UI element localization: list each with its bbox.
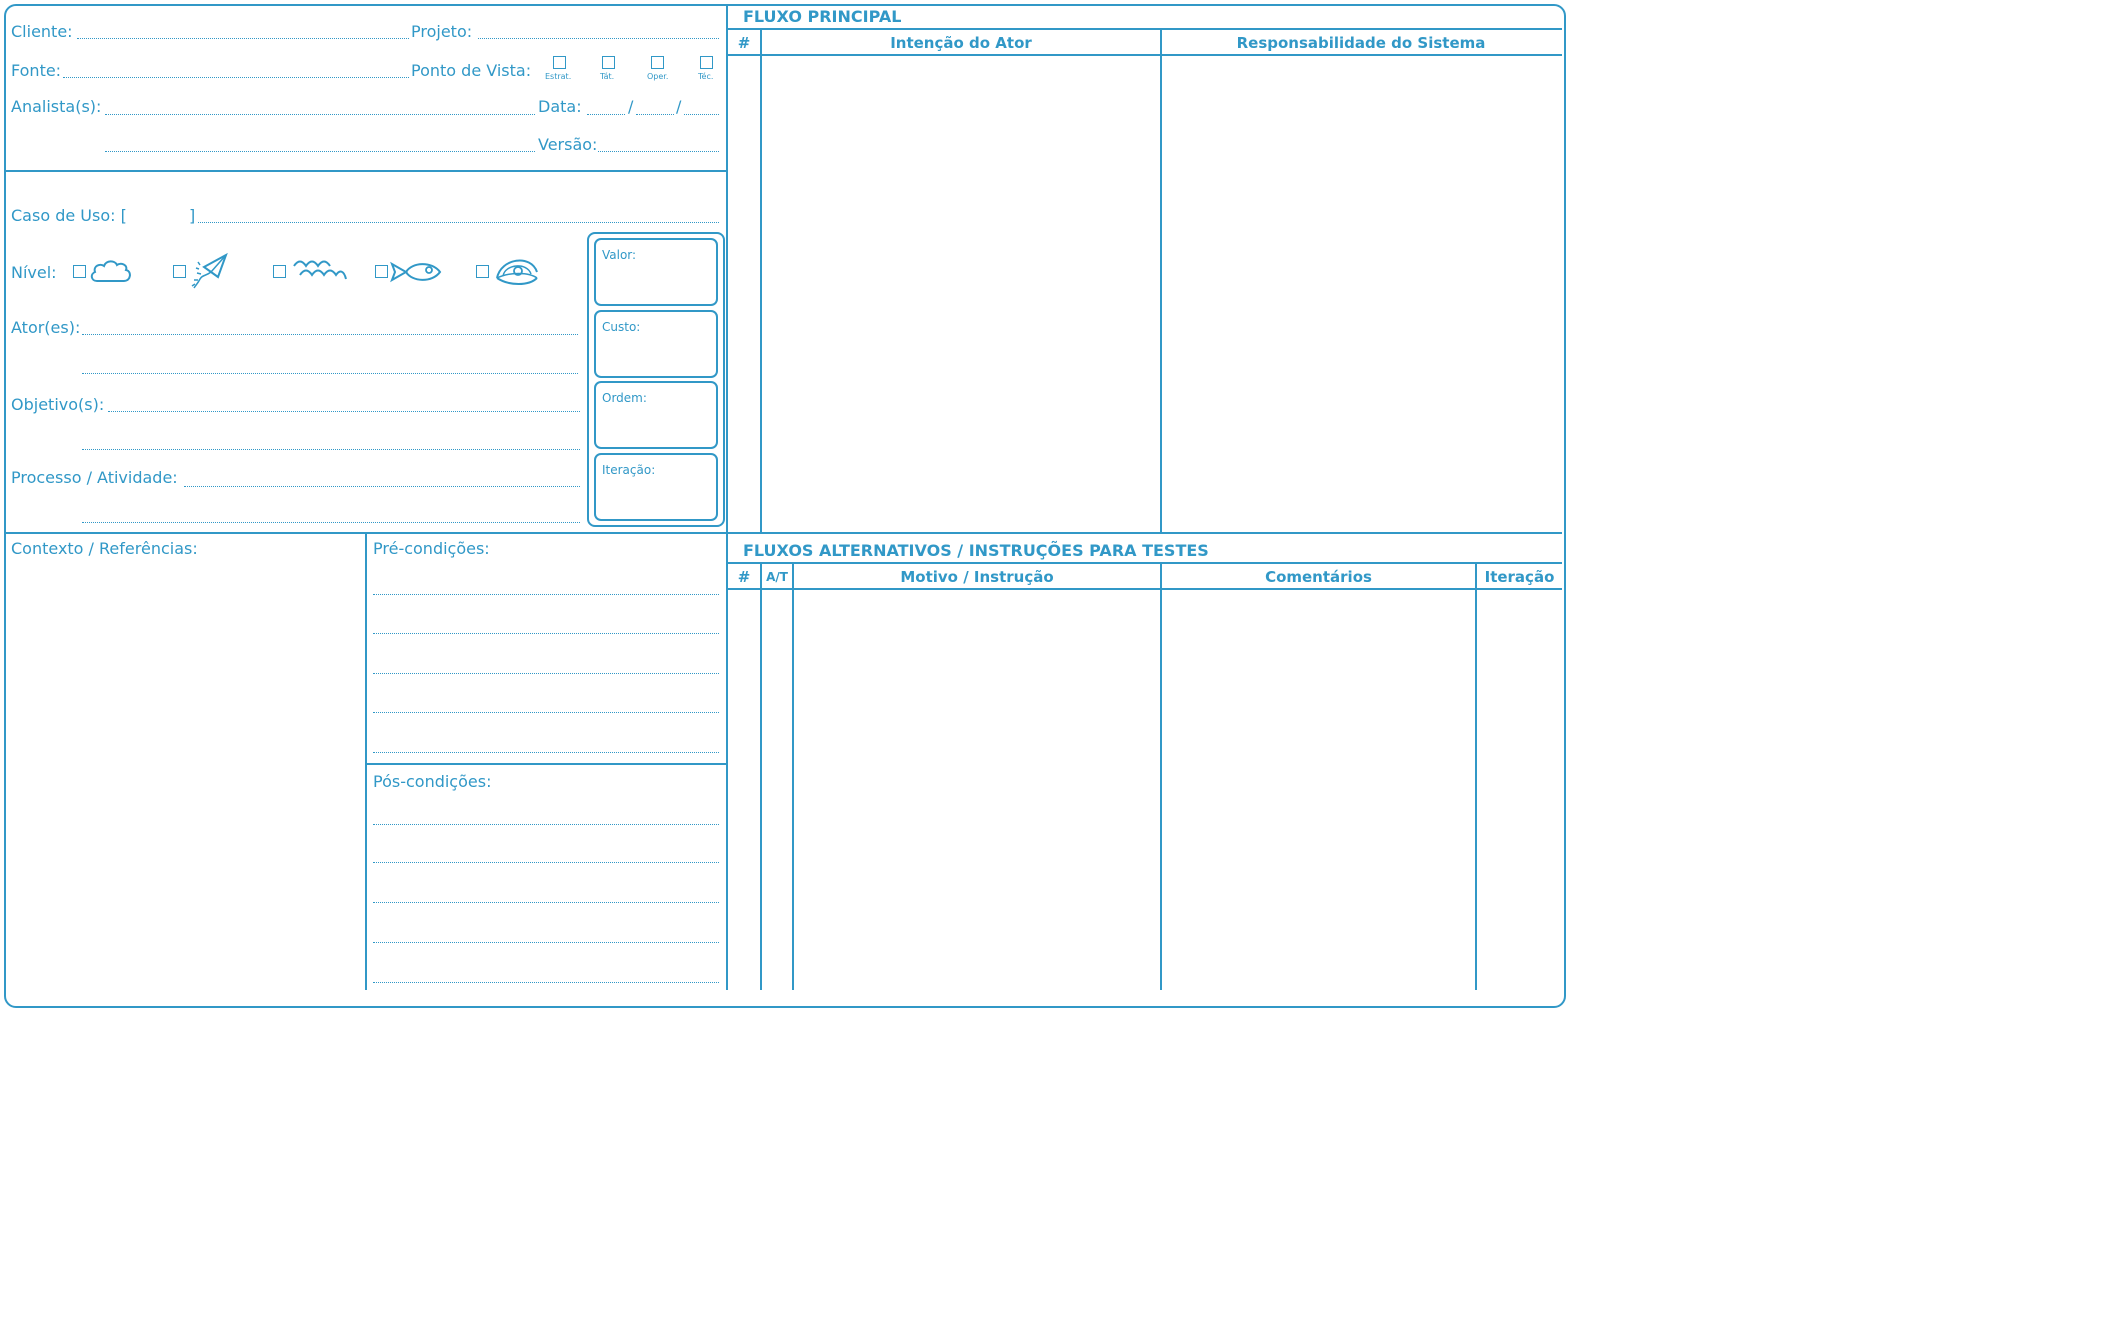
- waves-icon: [293, 260, 347, 280]
- atores-field-2[interactable]: [82, 373, 578, 374]
- pre-line-5[interactable]: [373, 752, 719, 753]
- versao-label: Versão:: [538, 135, 598, 154]
- checkbox-tat[interactable]: [602, 56, 615, 69]
- atores-field[interactable]: [82, 334, 578, 335]
- pos-condicoes-label: Pós-condições:: [373, 772, 492, 791]
- fa-col-sep-1: [760, 562, 762, 990]
- checkbox-estrat[interactable]: [553, 56, 566, 69]
- pv-tat-label: Tát.: [600, 72, 615, 81]
- analistas-field-2[interactable]: [105, 151, 535, 152]
- iteracao-label: Iteração:: [602, 463, 656, 477]
- processo-field[interactable]: [184, 486, 580, 487]
- ponto-de-vista-label: Ponto de Vista:: [411, 61, 532, 80]
- atores-label: Ator(es):: [11, 318, 81, 337]
- fa-col-at: A/T: [766, 570, 788, 584]
- pv-tec-label: Téc.: [698, 72, 714, 81]
- cliente-label: Cliente:: [11, 22, 73, 41]
- pre-line-3[interactable]: [373, 673, 719, 674]
- fp-header-top: [727, 28, 1562, 30]
- fluxos-alternativos-title: FLUXOS ALTERNATIVOS / INSTRUÇÕES PARA TE…: [743, 541, 1209, 560]
- data-label: Data:: [538, 97, 582, 116]
- context-divider: [365, 532, 367, 990]
- versao-field[interactable]: [598, 151, 719, 152]
- contexto-label: Contexto / Referências:: [11, 539, 198, 558]
- fa-col-sep-3: [1160, 562, 1162, 990]
- pv-estrat-label: Estrat.: [545, 72, 572, 81]
- data-slash-1: /: [628, 97, 634, 116]
- fp-col-sep-2: [1160, 28, 1162, 533]
- pre-pos-divider: [365, 763, 727, 765]
- fish-icon: [390, 261, 442, 283]
- checkbox-oper[interactable]: [651, 56, 664, 69]
- pv-oper-label: Oper.: [647, 72, 669, 81]
- fluxo-principal-title: FLUXO PRINCIPAL: [743, 7, 902, 26]
- pos-line-4[interactable]: [373, 942, 719, 943]
- data-month-field[interactable]: [636, 114, 674, 115]
- checkbox-nivel-cloud[interactable]: [73, 265, 86, 278]
- valor-box[interactable]: Valor:: [594, 238, 718, 306]
- fa-col-comentarios: Comentários: [1265, 568, 1372, 586]
- fa-col-iteracao: Iteração: [1484, 568, 1555, 586]
- fa-col-number: #: [737, 568, 751, 586]
- caso-de-uso-field[interactable]: [198, 222, 719, 223]
- clam-icon: [496, 259, 538, 285]
- fa-col-motivo: Motivo / Instrução: [900, 568, 1054, 586]
- pre-line-2[interactable]: [373, 633, 719, 634]
- iteracao-box[interactable]: Iteração:: [594, 453, 718, 521]
- fp-col-number: #: [737, 34, 751, 52]
- fonte-label: Fonte:: [11, 61, 62, 80]
- objetivos-label: Objetivo(s):: [11, 395, 105, 414]
- pos-line-3[interactable]: [373, 902, 719, 903]
- cliente-field[interactable]: [77, 38, 409, 39]
- processo-label: Processo / Atividade:: [11, 468, 178, 487]
- cloud-icon: [90, 260, 131, 282]
- form-frame: [4, 4, 1566, 1008]
- fa-col-sep-2: [792, 562, 794, 990]
- projeto-field[interactable]: [478, 38, 719, 39]
- fp-col-sep-1: [760, 28, 762, 533]
- nivel-label: Nível:: [11, 263, 57, 282]
- fa-col-sep-4: [1475, 562, 1477, 990]
- fa-header-top: [727, 562, 1562, 564]
- pre-line-4[interactable]: [373, 712, 719, 713]
- caso-de-uso-label: Caso de Uso: [: [11, 206, 127, 225]
- fp-bottom: [727, 532, 1562, 534]
- pos-line-1[interactable]: [373, 824, 719, 825]
- fp-col-responsabilidade: Responsabilidade do Sistema: [1236, 34, 1486, 52]
- objetivos-field-2[interactable]: [82, 449, 580, 450]
- checkbox-nivel-kite[interactable]: [173, 265, 186, 278]
- pre-condicoes-label: Pré-condições:: [373, 539, 490, 558]
- ordem-box[interactable]: Ordem:: [594, 381, 718, 449]
- pos-line-2[interactable]: [373, 862, 719, 863]
- caso-de-uso-bracket-close: ]: [189, 206, 196, 225]
- fa-header-bottom: [727, 588, 1562, 590]
- checkbox-nivel-fish[interactable]: [375, 265, 388, 278]
- data-year-field[interactable]: [684, 114, 719, 115]
- valor-label: Valor:: [602, 248, 637, 262]
- center-divider: [726, 5, 728, 990]
- custo-box[interactable]: Custo:: [594, 310, 718, 378]
- custo-label: Custo:: [602, 320, 641, 334]
- analistas-label: Analista(s):: [11, 97, 102, 116]
- header-divider: [5, 170, 727, 172]
- fp-header-bottom: [727, 54, 1562, 56]
- checkbox-nivel-clam[interactable]: [476, 265, 489, 278]
- pre-line-1[interactable]: [373, 594, 719, 595]
- checkbox-nivel-waves[interactable]: [273, 265, 286, 278]
- kite-icon: [191, 252, 228, 289]
- checkbox-tec[interactable]: [700, 56, 713, 69]
- projeto-label: Projeto:: [411, 22, 473, 41]
- data-slash-2: /: [676, 97, 682, 116]
- processo-field-2[interactable]: [82, 522, 580, 523]
- fonte-field[interactable]: [63, 77, 409, 78]
- ordem-label: Ordem:: [602, 391, 647, 405]
- objetivos-field[interactable]: [108, 411, 580, 412]
- data-day-field[interactable]: [587, 114, 625, 115]
- analistas-field[interactable]: [105, 114, 535, 115]
- pos-line-5[interactable]: [373, 982, 719, 983]
- fp-col-intencao: Intenção do Ator: [890, 34, 1032, 52]
